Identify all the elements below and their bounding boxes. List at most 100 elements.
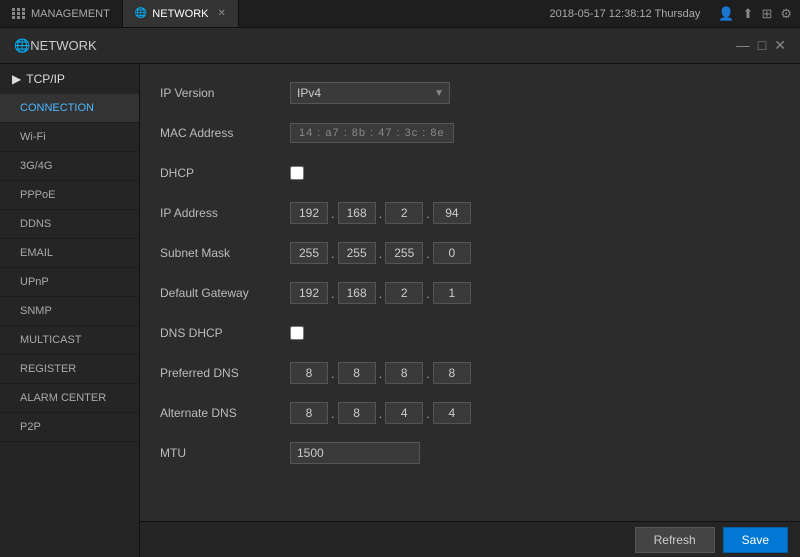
pdns-octet-1[interactable] — [290, 362, 328, 384]
dhcp-checkbox[interactable] — [290, 166, 304, 180]
maximize-button[interactable]: □ — [758, 37, 766, 54]
gateway-octet-2[interactable] — [338, 282, 376, 304]
pdns-dot-2: . — [378, 366, 384, 381]
adns-octet-3[interactable] — [385, 402, 423, 424]
ip-version-label: IP Version — [160, 86, 290, 100]
mtu-input[interactable] — [290, 442, 420, 464]
user-icon[interactable]: 👤 — [718, 6, 734, 22]
mac-address-display: 14 : a7 : 8b : 47 : 3c : 8e — [290, 123, 454, 143]
tab-network[interactable]: 🌐 NETWORK ✕ — [123, 0, 239, 27]
adns-octet-4[interactable] — [433, 402, 471, 424]
form-row-ip-address: IP Address . . . — [160, 200, 780, 226]
tab-bar: MANAGEMENT 🌐 NETWORK ✕ — [0, 0, 239, 27]
refresh-button[interactable]: Refresh — [635, 527, 715, 553]
subnet-octet-1[interactable] — [290, 242, 328, 264]
alternate-dns-label: Alternate DNS — [160, 406, 290, 420]
sidebar-group-label: TCP/IP — [26, 72, 65, 86]
ip-version-select[interactable]: IPv4 IPv6 — [290, 82, 450, 104]
alternate-dns-control: . . . — [290, 402, 471, 424]
subnet-octet-4[interactable] — [433, 242, 471, 264]
subnet-dot-2: . — [378, 246, 384, 261]
sidebar-item-p2p[interactable]: P2P — [0, 413, 139, 442]
main-layout: ▶ TCP/IP CONNECTION Wi-Fi 3G/4G PPPoE DD… — [0, 64, 800, 557]
sidebar-item-wifi[interactable]: Wi-Fi — [0, 123, 139, 152]
network-tab-icon: 🌐 — [135, 8, 147, 19]
gateway-dot-3: . — [425, 286, 431, 301]
ip-octet-4[interactable] — [433, 202, 471, 224]
save-button[interactable]: Save — [723, 527, 788, 553]
grid2-icon[interactable]: ⊞ — [761, 6, 772, 22]
top-bar-icons: 👤 ⬆ ⊞ ⚙ — [710, 6, 800, 22]
mtu-label: MTU — [160, 446, 290, 460]
sidebar-item-connection[interactable]: CONNECTION — [0, 94, 139, 123]
ip-octet-2[interactable] — [338, 202, 376, 224]
tab-management[interactable]: MANAGEMENT — [0, 0, 123, 27]
top-bar: MANAGEMENT 🌐 NETWORK ✕ 2018-05-17 12:38:… — [0, 0, 800, 28]
mac-address-control: 14 : a7 : 8b : 47 : 3c : 8e — [290, 123, 454, 143]
gateway-octet-4[interactable] — [433, 282, 471, 304]
top-bar-right: 2018-05-17 12:38:12 Thursday 👤 ⬆ ⊞ ⚙ — [539, 6, 800, 22]
adns-octet-2[interactable] — [338, 402, 376, 424]
pdns-octet-4[interactable] — [433, 362, 471, 384]
form-row-gateway: Default Gateway . . . — [160, 280, 780, 306]
subnet-octet-2[interactable] — [338, 242, 376, 264]
management-tab-label: MANAGEMENT — [31, 8, 110, 20]
ip-address-label: IP Address — [160, 206, 290, 220]
sidebar-item-alarm[interactable]: ALARM CENTER — [0, 384, 139, 413]
sidebar-item-register[interactable]: REGISTER — [0, 355, 139, 384]
chevron-icon: ▶ — [12, 72, 21, 86]
ip-octet-1[interactable] — [290, 202, 328, 224]
content-area: IP Version IPv4 IPv6 ▼ MAC Address 14 : … — [140, 64, 800, 557]
form-row-dhcp: DHCP — [160, 160, 780, 186]
gateway-dot-2: . — [378, 286, 384, 301]
adns-octet-1[interactable] — [290, 402, 328, 424]
minimize-button[interactable]: — — [736, 37, 750, 54]
sidebar-item-3g4g[interactable]: 3G/4G — [0, 152, 139, 181]
dhcp-control — [290, 166, 304, 180]
pdns-octet-2[interactable] — [338, 362, 376, 384]
settings-icon[interactable]: ⚙ — [780, 6, 792, 22]
gateway-control: . . . — [290, 282, 471, 304]
sidebar-group-header-tcpip[interactable]: ▶ TCP/IP — [0, 64, 139, 94]
gateway-dot-1: . — [330, 286, 336, 301]
sidebar-item-multicast[interactable]: MULTICAST — [0, 326, 139, 355]
dns-dhcp-label: DNS DHCP — [160, 326, 290, 340]
gateway-octet-1[interactable] — [290, 282, 328, 304]
window-controls: — □ ✕ — [736, 37, 786, 54]
form-row-mac: MAC Address 14 : a7 : 8b : 47 : 3c : 8e — [160, 120, 780, 146]
pdns-octet-3[interactable] — [385, 362, 423, 384]
sidebar-item-snmp[interactable]: SNMP — [0, 297, 139, 326]
subnet-mask-control: . . . — [290, 242, 471, 264]
dhcp-label: DHCP — [160, 166, 290, 180]
adns-dot-1: . — [330, 406, 336, 421]
ip-octet-3[interactable] — [385, 202, 423, 224]
sidebar-item-email[interactable]: EMAIL — [0, 239, 139, 268]
subnet-dot-1: . — [330, 246, 336, 261]
form-row-preferred-dns: Preferred DNS . . . — [160, 360, 780, 386]
pdns-dot-1: . — [330, 366, 336, 381]
subnet-octet-3[interactable] — [385, 242, 423, 264]
form-row-alternate-dns: Alternate DNS . . . — [160, 400, 780, 426]
gateway-label: Default Gateway — [160, 286, 290, 300]
dns-dhcp-control — [290, 326, 304, 340]
export-icon[interactable]: ⬆ — [743, 6, 754, 22]
grid-icon — [12, 8, 26, 19]
ip-dot-1: . — [330, 206, 336, 221]
adns-dot-3: . — [425, 406, 431, 421]
subnet-dot-3: . — [425, 246, 431, 261]
close-button[interactable]: ✕ — [774, 37, 786, 54]
sidebar-item-upnp[interactable]: UPnP — [0, 268, 139, 297]
tab-close-icon[interactable]: ✕ — [218, 8, 226, 19]
dns-dhcp-checkbox[interactable] — [290, 326, 304, 340]
sidebar-item-pppoe[interactable]: PPPoE — [0, 181, 139, 210]
page-title: NETWORK — [30, 38, 96, 53]
gateway-octet-3[interactable] — [385, 282, 423, 304]
network-icon: 🌐 — [14, 38, 30, 54]
sidebar-group-tcpip: ▶ TCP/IP CONNECTION Wi-Fi 3G/4G PPPoE DD… — [0, 64, 139, 442]
bottom-bar: Refresh Save — [140, 521, 800, 557]
pdns-dot-3: . — [425, 366, 431, 381]
ip-address-control: . . . — [290, 202, 471, 224]
ip-dot-2: . — [378, 206, 384, 221]
mtu-control — [290, 442, 420, 464]
sidebar-item-ddns[interactable]: DDNS — [0, 210, 139, 239]
